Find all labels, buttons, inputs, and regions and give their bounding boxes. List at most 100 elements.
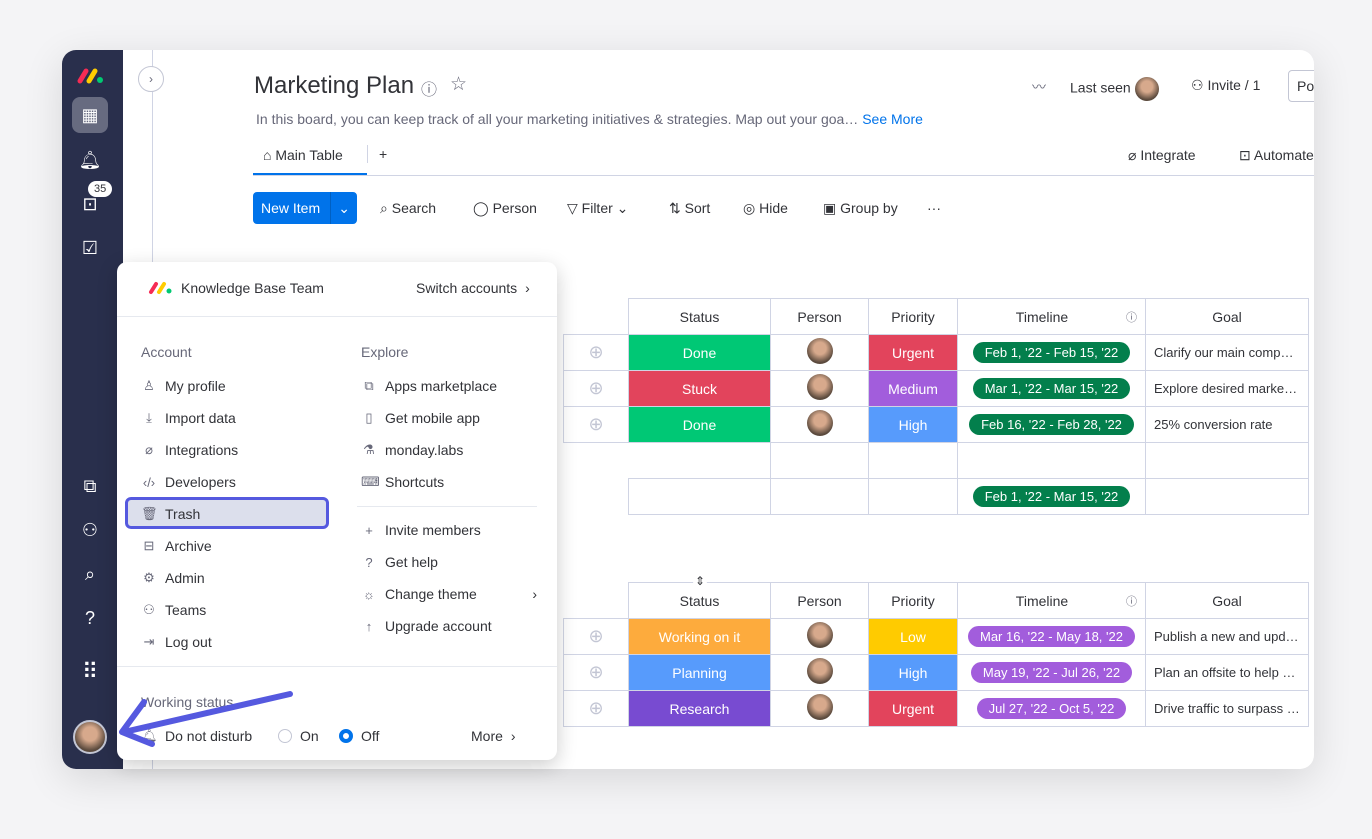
person-cell[interactable] — [770, 654, 869, 691]
menu-item-admin[interactable]: ⚙ Admin — [141, 570, 205, 586]
info-icon[interactable]: ⓘ — [421, 76, 437, 100]
timeline-cell[interactable]: Mar 1, '22 - Mar 15, '22 — [957, 370, 1146, 407]
column-header[interactable]: Priority — [868, 582, 958, 619]
timeline-cell[interactable]: May 19, '22 - Jul 26, '22 — [957, 654, 1146, 691]
menu-item-my-profile[interactable]: ♙ My profile — [141, 378, 226, 394]
column-header[interactable]: Priority — [868, 298, 958, 335]
new-item-dropdown[interactable]: ⌄ — [331, 200, 357, 217]
apps-dots-icon[interactable]: ⠿ — [72, 654, 108, 690]
timeline-cell[interactable]: Jul 27, '22 - Oct 5, '22 — [957, 690, 1146, 727]
add-update-button[interactable]: ⊕ — [563, 370, 629, 407]
priority-cell[interactable]: High — [868, 406, 958, 443]
dnd-off-radio[interactable]: Off — [339, 728, 379, 744]
calendar-check-icon[interactable]: ☑ — [72, 230, 108, 266]
column-header[interactable]: Status — [628, 298, 771, 335]
priority-cell[interactable]: Urgent — [868, 690, 958, 727]
status-cell[interactable]: Done — [628, 406, 771, 443]
invite-button[interactable]: ⚇ Invite / 1 — [1191, 77, 1260, 94]
goal-cell[interactable]: 25% conversion rate — [1145, 406, 1309, 443]
person-cell[interactable] — [770, 334, 869, 371]
monday-logo[interactable] — [72, 58, 108, 94]
person-filter-button[interactable]: ◯ Person — [473, 200, 537, 217]
status-cell[interactable]: Done — [628, 334, 771, 371]
search-button[interactable]: ⌕ Search — [380, 200, 436, 217]
new-item-button[interactable]: New Item ⌄ — [253, 192, 357, 224]
menu-item-archive[interactable]: ⊟ Archive — [141, 538, 212, 554]
timeline-cell[interactable]: Mar 16, '22 - May 18, '22 — [957, 618, 1146, 655]
menu-item-invite-members[interactable]: + Invite members — [361, 522, 481, 538]
filter-button[interactable]: ▽ Filter ⌄ — [567, 200, 628, 217]
switch-accounts-button[interactable]: Switch accounts › — [416, 280, 530, 296]
menu-item-shortcuts[interactable]: ⌨ Shortcuts — [361, 474, 444, 490]
menu-item-import-data[interactable]: ⤓ Import data — [141, 410, 236, 426]
star-icon[interactable]: ☆ — [450, 73, 467, 96]
more-actions-button[interactable]: ··· — [927, 200, 941, 216]
group-by-button[interactable]: ▣ Group by — [823, 200, 898, 217]
menu-item-monday-labs[interactable]: ⚗ monday.labs — [361, 442, 463, 458]
goal-cell[interactable]: Drive traffic to surpass l… — [1145, 690, 1309, 727]
bell-icon[interactable]: 🔔︎ — [72, 142, 108, 178]
menu-item-integrations[interactable]: ⌀ Integrations — [141, 442, 238, 458]
help-icon[interactable]: ? — [72, 600, 108, 636]
menu-item-teams[interactable]: ⚇ Teams — [141, 602, 206, 618]
priority-cell[interactable]: Low — [868, 618, 958, 655]
column-header[interactable]: Timeline ⓘ — [957, 582, 1146, 619]
workspace-grid-icon[interactable]: ▦ — [72, 97, 108, 133]
add-update-button[interactable]: ⊕ — [563, 406, 629, 443]
menu-item-apps-marketplace[interactable]: ⧉ Apps marketplace — [361, 378, 497, 394]
status-cell[interactable]: Stuck — [628, 370, 771, 407]
priority-cell[interactable]: Urgent — [868, 334, 958, 371]
add-update-button[interactable]: ⊕ — [563, 334, 629, 371]
board-title[interactable]: Marketing Plan — [254, 72, 414, 100]
menu-item-trash[interactable]: 🗑︎ Trash — [141, 506, 200, 522]
priority-cell[interactable]: Medium — [868, 370, 958, 407]
resize-handle[interactable]: ⇕ — [693, 574, 707, 588]
tab-main-table[interactable]: ⌂ Main Table — [263, 147, 343, 163]
power-ups-button[interactable]: Power-Ups — [1288, 70, 1314, 102]
search-icon[interactable]: ⌕ — [72, 556, 108, 592]
menu-item-get-help[interactable]: ? Get help — [361, 554, 438, 570]
menu-item-upgrade-account[interactable]: ↑ Upgrade account — [361, 618, 492, 634]
status-cell[interactable]: Planning — [628, 654, 771, 691]
expand-panel-button[interactable]: › — [138, 66, 164, 92]
column-header[interactable]: Person — [770, 582, 869, 619]
user-avatar[interactable] — [72, 719, 108, 755]
menu-item-change-theme[interactable]: ☼ Change theme › — [361, 586, 537, 602]
goal-cell[interactable]: Plan an offsite to help c… — [1145, 654, 1309, 691]
goal-cell[interactable]: Clarify our main compe… — [1145, 334, 1309, 371]
goal-cell[interactable]: Publish a new and upda… — [1145, 618, 1309, 655]
menu-item-log-out[interactable]: ⇥ Log out — [141, 634, 212, 650]
person-cell[interactable] — [770, 406, 869, 443]
priority-cell[interactable]: High — [868, 654, 958, 691]
apps-puzzle-icon[interactable]: ⧉ — [72, 468, 108, 504]
sort-button[interactable]: ⇅ Sort — [669, 200, 710, 217]
add-update-button[interactable]: ⊕ — [563, 654, 629, 691]
status-cell[interactable]: Working on it — [628, 618, 771, 655]
integrate-button[interactable]: ⌀ Integrate — [1128, 147, 1196, 164]
last-seen[interactable]: Last seen — [1070, 77, 1159, 101]
person-cell[interactable] — [770, 690, 869, 727]
goal-cell[interactable]: Explore desired market … — [1145, 370, 1309, 407]
automate-button[interactable]: ⊡ Automate / 1 — [1239, 147, 1314, 164]
hide-button[interactable]: ◎ Hide — [743, 200, 788, 217]
timeline-cell[interactable]: Feb 1, '22 - Feb 15, '22 — [957, 334, 1146, 371]
column-header[interactable]: Timeline ⓘ — [957, 298, 1146, 335]
add-update-button[interactable]: ⊕ — [563, 618, 629, 655]
invite-user-icon[interactable]: ⚇ — [72, 512, 108, 548]
column-header[interactable]: Person — [770, 298, 869, 335]
person-cell[interactable] — [770, 618, 869, 655]
add-update-button[interactable]: ⊕ — [563, 690, 629, 727]
add-view-button[interactable]: + — [379, 146, 387, 162]
info-icon[interactable]: ⓘ — [1126, 309, 1137, 325]
info-icon[interactable]: ⓘ — [1126, 593, 1137, 609]
more-status-button[interactable]: More › — [471, 728, 516, 744]
person-cell[interactable] — [770, 370, 869, 407]
activity-icon[interactable]: 〰 — [1032, 77, 1046, 97]
column-header[interactable]: Goal — [1145, 298, 1309, 335]
menu-item-get-mobile-app[interactable]: ▯ Get mobile app — [361, 410, 480, 426]
status-cell[interactable]: Research — [628, 690, 771, 727]
column-header[interactable]: Goal — [1145, 582, 1309, 619]
menu-item-developers[interactable]: ‹/› Developers — [141, 474, 236, 490]
timeline-cell[interactable]: Feb 16, '22 - Feb 28, '22 — [957, 406, 1146, 443]
see-more-link[interactable]: See More — [862, 111, 923, 127]
